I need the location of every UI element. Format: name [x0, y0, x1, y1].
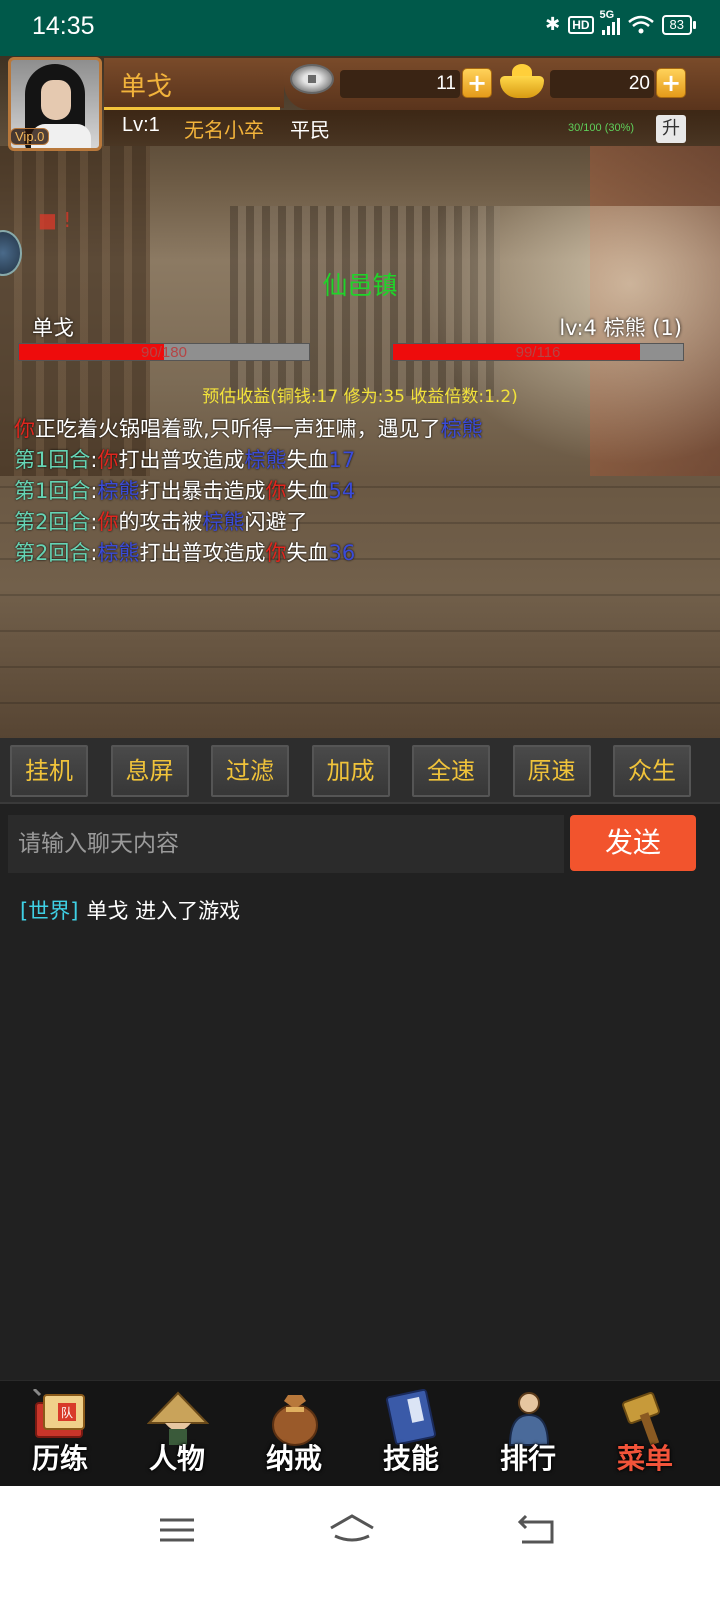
battle-log-segment: 54: [328, 479, 356, 503]
currency-bar: 11 + 20 +: [284, 58, 720, 110]
battle-log-segment: 正吃着火锅唱着歌,只听得一声狂啸，遇见了: [35, 417, 441, 441]
battle-log-segment: 你: [14, 417, 35, 441]
nav-menu[interactable]: 菜单: [585, 1381, 705, 1487]
nav-storage[interactable]: 纳戒: [234, 1381, 354, 1487]
battle-log-segment: 36: [328, 541, 356, 565]
control-button[interactable]: 息屏: [110, 745, 189, 797]
recent-apps-icon[interactable]: [152, 1510, 202, 1550]
exp-progress: 30/100 (30%): [568, 122, 635, 134]
control-button[interactable]: 加成: [311, 745, 390, 797]
status-bar: 14:35 ✱ HD 5G 83: [0, 0, 720, 56]
battle-log-segment: 失血: [286, 448, 329, 472]
player-name-plate: 单戈: [104, 58, 284, 110]
battery-icon: 83: [661, 14, 697, 35]
battle-log-segment: 第1回合: [14, 448, 91, 472]
chat-channel[interactable]: [世界]: [20, 899, 78, 923]
battle-log-segment: 第1回合: [14, 479, 91, 503]
battle-log-segment: 17: [328, 448, 356, 472]
battle-log-line: 第2回合:你的攻击被棕熊闪避了: [14, 507, 483, 538]
control-button[interactable]: 众生: [613, 745, 691, 797]
battle-log-line: 第1回合:棕熊打出暴击造成你失血54: [14, 476, 483, 507]
system-nav-bar: [0, 1486, 720, 1605]
battle-log-segment: 失血: [286, 541, 329, 565]
hd-badge: HD: [568, 15, 594, 34]
control-button[interactable]: 挂机: [10, 745, 88, 797]
enemy-fighter-name: lv:4 棕熊 (1): [559, 316, 682, 340]
battle-log-line: 第2回合:棕熊打出普攻造成你失血36: [14, 538, 483, 569]
nav-label-ranking: 排行: [499, 1442, 556, 1475]
nav-label-character: 人物: [148, 1442, 205, 1475]
chat-input[interactable]: 请输入聊天内容: [8, 815, 564, 873]
nav-character[interactable]: 人物: [117, 1381, 237, 1487]
player-level: Lv:1: [122, 114, 160, 136]
battle-log-segment: 你: [97, 510, 119, 534]
battle-log-segment: 第2回合: [14, 510, 91, 534]
battle-log-segment: 失血: [286, 479, 329, 503]
game-screen: 14:35 ✱ HD 5G 83 Vip.0 单戈 11 + 20 + Lv:1…: [0, 0, 720, 1605]
player-hp-text: 90/180: [141, 344, 187, 361]
control-button[interactable]: 过滤: [211, 745, 289, 797]
battle-log-segment: 棕熊: [97, 479, 140, 503]
battle-log-segment: 棕熊: [440, 417, 483, 441]
vip-badge[interactable]: Vip.0: [10, 128, 50, 145]
battle-log-segment: 打出暴击造成: [139, 479, 266, 503]
add-gold-button[interactable]: +: [656, 68, 686, 98]
battle-log-line: 第1回合:你打出普攻造成棕熊失血17: [14, 445, 483, 476]
send-button[interactable]: 发送: [570, 815, 696, 871]
battle-log-segment: 第2回合: [14, 541, 91, 565]
scene-red-mark: ■ !: [38, 208, 72, 232]
copper-coin-icon: [290, 64, 334, 94]
signal-icon: 5G: [600, 9, 620, 35]
add-copper-button[interactable]: +: [462, 68, 492, 98]
clock: 14:35: [32, 12, 95, 40]
battle-log-segment: 你: [97, 448, 119, 472]
player-name: 单戈: [120, 72, 173, 102]
gold-amount: 20: [550, 70, 654, 98]
control-button[interactable]: 原速: [512, 745, 591, 797]
battle-log: 你正吃着火锅唱着歌,只听得一声狂啸，遇见了棕熊 第1回合:你打出普攻造成棕熊失血1…: [14, 414, 483, 569]
location-name: 仙邑镇: [322, 271, 398, 300]
battle-log-segment: 你: [265, 541, 287, 565]
enemy-hp-text: 99/116: [515, 344, 561, 361]
battle-log-segment: 你: [265, 479, 287, 503]
battle-log-segment: 棕熊: [97, 541, 140, 565]
battle-log-line: 你正吃着火锅唱着歌,只听得一声狂啸，遇见了棕熊: [14, 414, 483, 445]
back-icon[interactable]: [512, 1510, 562, 1550]
nav-skills[interactable]: 技能: [351, 1381, 471, 1487]
chat-text: 单戈 进入了游戏: [86, 899, 241, 923]
network-type: 5G: [599, 8, 615, 21]
training-badge: 队: [61, 1405, 73, 1420]
nav-label-storage: 纳戒: [265, 1442, 322, 1475]
bluetooth-icon: ✱: [545, 14, 561, 34]
battle-log-segment: 打出普攻造成: [118, 448, 245, 472]
battle-log-segment: 棕熊: [202, 510, 245, 534]
nav-ranking[interactable]: 排行: [468, 1381, 588, 1487]
wifi-icon: [627, 15, 654, 33]
gold-ingot-icon: [500, 64, 544, 100]
battle-log-segment: 打出普攻造成: [139, 541, 266, 565]
home-icon[interactable]: [327, 1510, 377, 1550]
battle-log-segment: 棕熊: [244, 448, 287, 472]
nav-label-training: 历练: [31, 1442, 88, 1475]
estimated-gain: 预估收益(铜钱:17 修为:35 收益倍数:1.2): [202, 387, 518, 407]
nav-label-skills: 技能: [382, 1442, 439, 1475]
bottom-nav: 队 历练 人物 纳戒 技能 排行 菜单: [0, 1380, 720, 1486]
player-level-row: Lv:1 无名小卒 平民 30/100 (30%) 升: [104, 110, 720, 146]
nav-training[interactable]: 队 历练: [0, 1381, 120, 1487]
enemy-hp-bar: 99/116: [392, 343, 684, 361]
player-fighter-name: 单戈: [32, 316, 74, 340]
copper-amount: 11: [340, 70, 460, 98]
status-icons: ✱ HD 5G 83: [545, 9, 697, 35]
player-title: 无名小卒: [184, 118, 264, 142]
player-rank: 平民: [290, 118, 330, 142]
chat-message: [世界] 单戈 进入了游戏: [20, 895, 240, 925]
control-button-row: 挂机 息屏 过滤 加成 全速 原速 众生: [0, 738, 720, 804]
control-button[interactable]: 全速: [412, 745, 490, 797]
player-hp-bar: 90/180: [18, 343, 310, 361]
battle-log-segment: 闪避了: [244, 510, 308, 534]
battle-log-segment: 的攻击被: [118, 510, 203, 534]
level-up-button[interactable]: 升: [656, 115, 686, 143]
nav-label-menu: 菜单: [616, 1442, 673, 1475]
